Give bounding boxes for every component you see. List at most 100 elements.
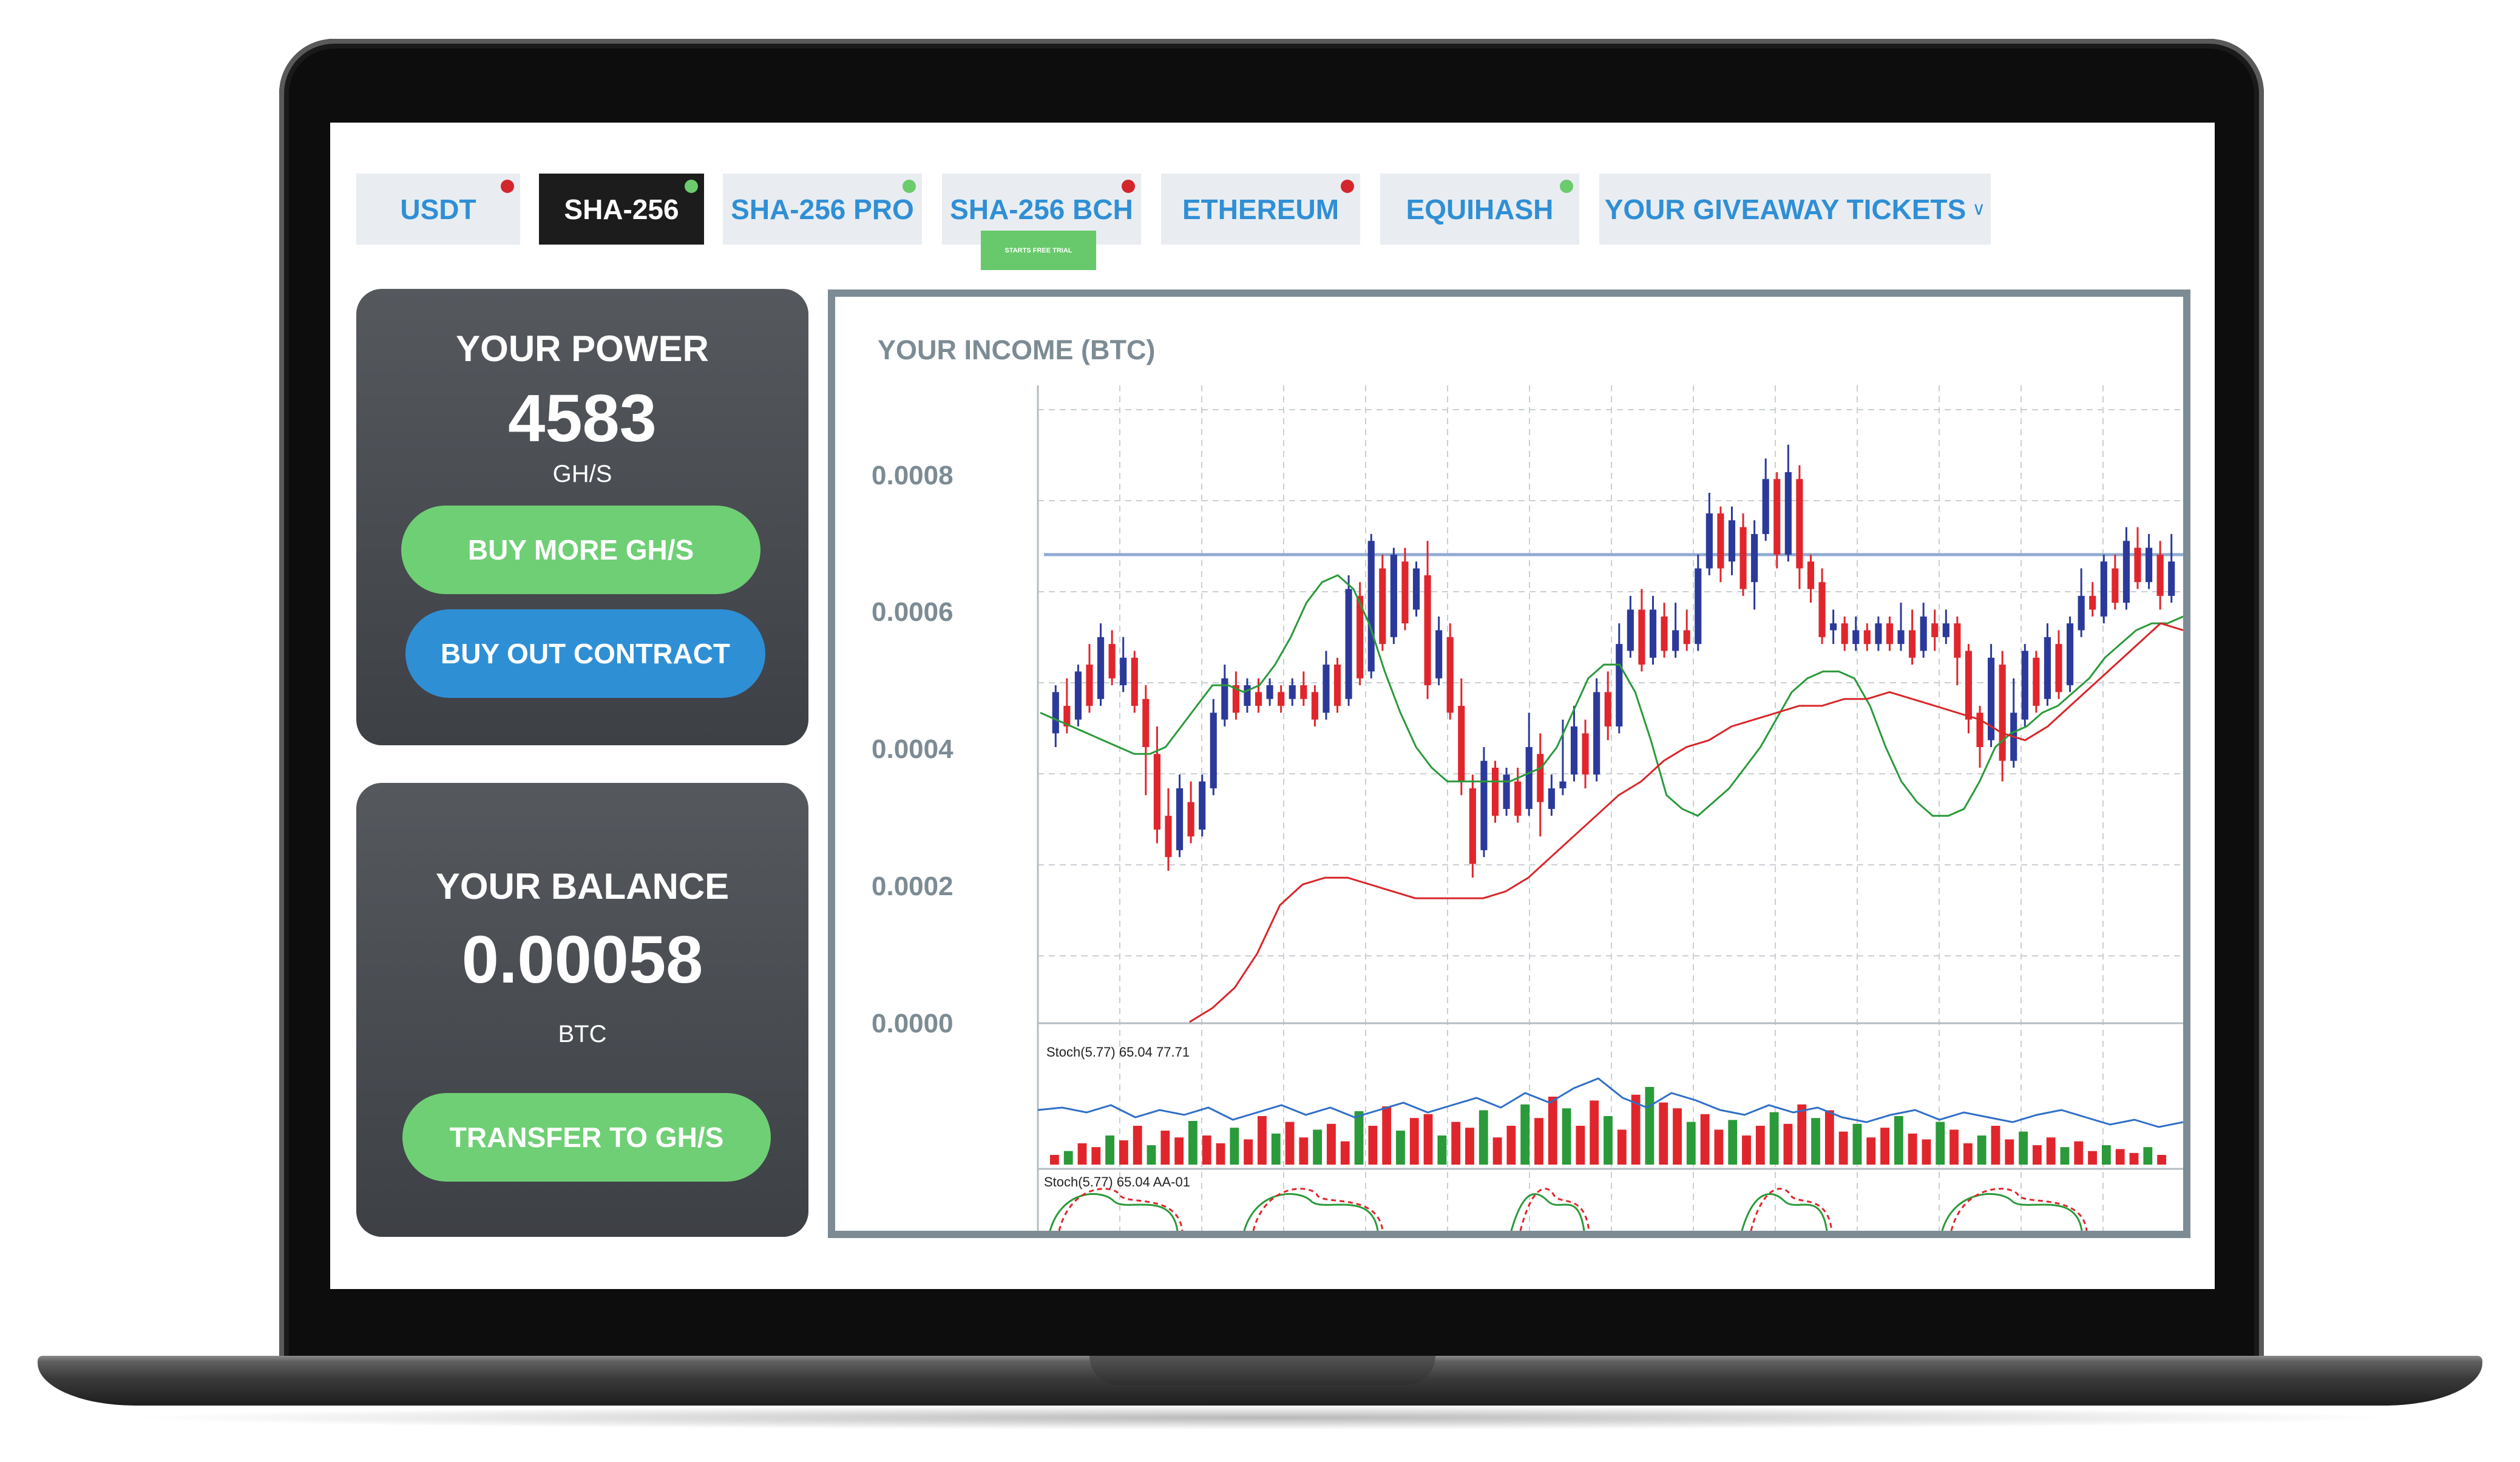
stoch-bar	[1880, 1128, 1889, 1165]
stoch-bar	[2101, 1145, 2111, 1165]
candle-body	[1593, 692, 1600, 775]
stoch-bar	[1271, 1133, 1281, 1165]
candle-body	[1818, 582, 1826, 637]
candle-body	[2168, 561, 2175, 596]
candle-body	[1255, 692, 1262, 706]
candle-body	[1390, 554, 1397, 637]
stoch-bar	[2129, 1152, 2139, 1165]
tab-label: SHA-256	[564, 193, 679, 225]
stoch-bar	[1645, 1087, 1655, 1165]
stoch-bar	[2046, 1137, 2056, 1165]
stoch-bar	[1673, 1108, 1682, 1165]
candle-body	[1153, 754, 1160, 830]
stoch-bar	[1437, 1135, 1447, 1165]
candle-body	[1176, 788, 1184, 850]
candle-body	[1897, 630, 1905, 645]
candle-body	[1942, 623, 1949, 637]
candle-body	[1954, 623, 1961, 658]
candle-body	[1300, 685, 1307, 699]
candle-body	[1142, 699, 1150, 747]
oscillator-wave	[1049, 1193, 1179, 1231]
stoch-bar	[1409, 1118, 1419, 1165]
stoch-bar	[1050, 1155, 1059, 1165]
stoch-bar	[1534, 1118, 1543, 1165]
tab-label: ETHEREUM	[1182, 193, 1340, 225]
candle-body	[1345, 589, 1352, 699]
status-dot-green-icon	[685, 180, 698, 193]
candle-body	[1446, 637, 1454, 713]
stoch-bar	[1755, 1126, 1765, 1165]
candle-body	[1762, 479, 1769, 534]
status-dot-red-icon	[1122, 180, 1135, 193]
buy-out-contract-button[interactable]: BUY OUT CONTRACT	[405, 609, 765, 698]
stoch-bar	[1465, 1128, 1474, 1165]
stoch-bar	[1866, 1137, 1876, 1165]
stoch-bar	[1313, 1129, 1323, 1165]
stoch-bar	[1354, 1111, 1364, 1165]
candle-body	[1976, 712, 1983, 747]
app-screen: USDT SHA-256 SHA-256 PRO SHA-256 BCH STA…	[330, 123, 2215, 1289]
candle-body	[1401, 561, 1409, 624]
candle-body	[1931, 623, 1939, 637]
oscillator-wave	[1510, 1193, 1585, 1231]
tab-label: USDT	[400, 193, 476, 225]
y-tick-label: 0.0004	[872, 734, 953, 764]
tab-ethereum[interactable]: ETHEREUM	[1161, 174, 1360, 245]
transfer-to-ghs-button[interactable]: TRANSFER TO GH/S	[402, 1093, 771, 1182]
stoch-bar	[1160, 1131, 1170, 1165]
candle-body	[1210, 712, 1217, 788]
candle-body	[1491, 767, 1499, 816]
stoch-bar	[1174, 1137, 1184, 1165]
stoch-bar	[1202, 1135, 1211, 1165]
stoch-bar	[2060, 1147, 2070, 1165]
candle-body	[1717, 513, 1724, 569]
candle-body	[2021, 651, 2028, 720]
stoch-bar	[1576, 1126, 1585, 1165]
stoch-bar	[1119, 1140, 1128, 1165]
candle-body	[1165, 816, 1172, 858]
buy-more-button[interactable]: BUY MORE GH/S	[401, 506, 760, 594]
candle-body	[1604, 692, 1611, 727]
candle-body	[1469, 788, 1476, 864]
candle-body	[1086, 665, 1093, 706]
stoch-bar	[2005, 1139, 2014, 1165]
candle-body	[1886, 623, 1894, 645]
stoch-bar	[1949, 1129, 1959, 1165]
indicator1-label: Stoch(5.77) 65.04 77.71	[1046, 1044, 1190, 1060]
balance-unit: BTC	[558, 1021, 607, 1047]
y-tick-label: 0.0000	[872, 1009, 953, 1038]
stoch-bar	[1783, 1123, 1793, 1165]
candle-body	[1108, 644, 1116, 679]
candle-body	[1514, 781, 1522, 816]
candle-body	[1074, 671, 1082, 720]
stoch-bar	[1728, 1120, 1738, 1165]
candle-body	[1559, 781, 1567, 788]
stoch-bar	[1908, 1133, 1917, 1165]
candle-body	[1323, 665, 1330, 713]
tab-giveaway-tickets-dropdown[interactable]: YOUR GIVEAWAY TICKETS ∨	[1599, 174, 1991, 245]
stoch-bar	[1838, 1131, 1848, 1165]
y-tick-label: 0.0006	[872, 597, 953, 627]
tab-equihash[interactable]: EQUIHASH	[1380, 174, 1579, 245]
stoch-bar	[1604, 1116, 1613, 1165]
tab-sha256-pro[interactable]: SHA-256 PRO	[723, 174, 922, 245]
stoch-bar	[1244, 1139, 1253, 1165]
tab-sha256[interactable]: SHA-256	[539, 174, 704, 245]
stoch-bar	[1230, 1128, 1239, 1165]
candle-body	[1525, 747, 1533, 809]
candle-body	[2122, 541, 2130, 603]
candle-body	[1278, 692, 1285, 706]
tab-usdt[interactable]: USDT	[356, 174, 520, 245]
tab-label: YOUR GIVEAWAY TICKETS	[1604, 193, 1966, 225]
candle-body	[1266, 685, 1273, 699]
stoch-bar	[1133, 1126, 1142, 1165]
y-tick-label: 0.0008	[872, 461, 953, 490]
free-trial-badge[interactable]: STARTS FREE TRIAL	[981, 231, 1096, 270]
stoch-bar	[1700, 1114, 1710, 1165]
stoch-bar	[2157, 1155, 2167, 1165]
candle-body	[1830, 623, 1837, 631]
candle-body	[1909, 630, 1916, 658]
balance-card: YOUR BALANCE 0.00058 BTC TRANSFER TO GH/…	[356, 783, 808, 1237]
laptop-shadow	[121, 1406, 2403, 1430]
candle-body	[1807, 561, 1815, 589]
